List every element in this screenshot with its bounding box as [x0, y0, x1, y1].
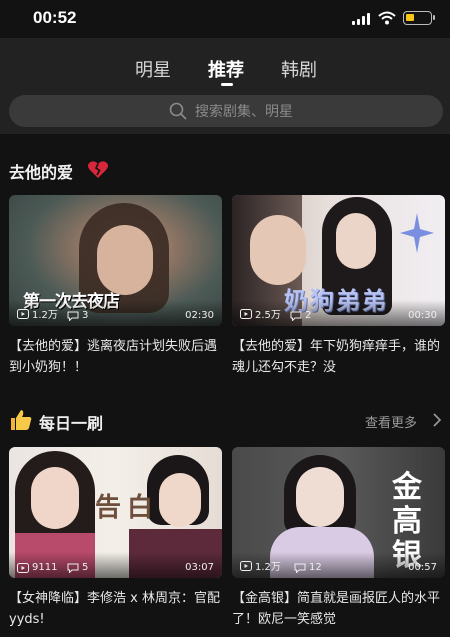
cellular-signal-icon [352, 13, 372, 25]
comment-count-icon [67, 563, 79, 573]
thumbnail-caption: 告白 [95, 493, 160, 523]
tab-recommended[interactable]: 推荐 [208, 56, 244, 82]
video-thumbnail: 告白 9111 5 03:07 [9, 447, 222, 578]
comment-count-icon [294, 563, 306, 573]
comment-count: 5 [82, 562, 89, 573]
view-count: 2.5万 [255, 310, 281, 321]
comment-count-icon [290, 311, 302, 321]
active-tab-indicator [221, 83, 233, 86]
video-thumbnail: 第一次去夜店 1.2万 3 02:30 [9, 195, 222, 326]
video-duration: 03:07 [185, 562, 214, 573]
sparkle-icon [400, 213, 434, 253]
play-count-icon [17, 308, 29, 319]
view-more-link[interactable]: 查看更多 [365, 412, 417, 431]
video-title[interactable]: 【去他的爱】逃离夜店计划失败后遇到小奶狗！！ [9, 336, 222, 378]
tab-korean-drama[interactable]: 韩剧 [281, 56, 317, 82]
comment-count: 2 [305, 310, 312, 321]
video-duration: 02:30 [185, 310, 214, 321]
status-bar: 00:52 [0, 0, 450, 38]
thumbs-up-icon [11, 410, 32, 430]
broken-heart-icon [87, 161, 109, 178]
video-title[interactable]: 【去他的爱】年下奶狗痒痒手，谁的魂儿还勾不走？没 [232, 336, 445, 378]
view-count: 1.2万 [32, 310, 58, 321]
comment-count: 12 [309, 562, 322, 573]
video-title[interactable]: 【金高银】简直就是画报匠人的水平了！欧尼一笑感觉 [232, 588, 445, 630]
video-duration: 00:57 [408, 562, 437, 573]
play-count-icon [240, 308, 252, 319]
battery-icon [403, 11, 432, 25]
play-count-icon [17, 562, 29, 573]
section-title-daily: 每日一刷 [39, 414, 104, 433]
search-icon [169, 102, 187, 120]
video-title[interactable]: 【女神降临】李修浩 x 林周京：官配 yyds! [9, 588, 222, 630]
video-thumbnail: 奶狗弟弟 2.5万 2 00:30 [232, 195, 445, 326]
wifi-icon [378, 11, 396, 25]
view-count: 1.2万 [255, 562, 281, 573]
status-time: 00:52 [33, 8, 77, 27]
play-count-icon [240, 560, 252, 571]
comment-count-icon [67, 311, 79, 321]
search-placeholder: 搜索剧集、明星 [195, 104, 293, 120]
section-title-qutadeai: 去他的爱 [9, 163, 74, 182]
video-duration: 00:30 [408, 310, 437, 321]
search-bar[interactable]: 搜索剧集、明星 [9, 95, 443, 127]
video-thumbnail: 金高银 1.2万 12 00:57 [232, 447, 445, 578]
comment-count: 3 [82, 310, 89, 321]
view-count: 9111 [32, 562, 58, 573]
chevron-right-icon[interactable] [432, 412, 442, 428]
tab-stars[interactable]: 明星 [135, 56, 171, 82]
